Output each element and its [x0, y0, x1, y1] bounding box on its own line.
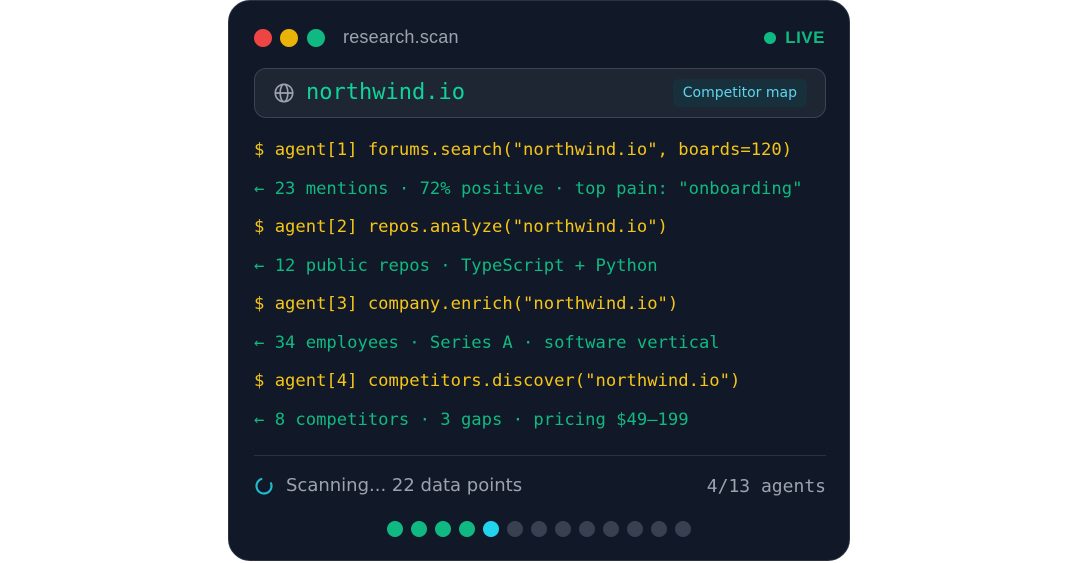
progress-dot [603, 521, 619, 537]
live-dot-icon [764, 32, 777, 44]
progress-dot [483, 521, 499, 537]
window-title: research.scan [343, 27, 459, 47]
progress-dot [651, 521, 667, 537]
divider [254, 455, 826, 456]
log-command-line: $ agent[3] company.enrich("northwind.io"… [254, 294, 679, 314]
agent-log: $ agent[1] forums.search("northwind.io",… [254, 131, 834, 439]
live-label: LIVE [785, 28, 825, 47]
progress-dot [555, 521, 571, 537]
url-text: northwind.io [306, 80, 465, 105]
scanning-status: Scanning... 22 data points [286, 475, 523, 496]
log-result-line: ← 8 competitors · 3 gaps · pricing $49–1… [254, 409, 689, 430]
minimize-window-button[interactable] [280, 29, 298, 47]
progress-dot [411, 521, 427, 537]
log-command-line: $ agent[4] competitors.discover("northwi… [254, 371, 741, 391]
log-result-line: ← 12 public repos · TypeScript + Python [254, 255, 658, 276]
progress-dot [627, 521, 643, 537]
spinner-icon [255, 477, 273, 495]
url-bar[interactable]: northwind.io Competitor map [254, 68, 826, 118]
maximize-window-button[interactable] [307, 29, 325, 47]
agent-progress-dots [229, 521, 849, 537]
log-command-line: $ agent[1] forums.search("northwind.io",… [254, 140, 793, 160]
live-indicator: LIVE [764, 28, 825, 48]
status-bar: Scanning... 22 data points 4/13 agents [254, 473, 826, 501]
title-bar: research.scan LIVE [229, 1, 849, 75]
research-window: research.scan LIVE northwind.io Competit… [228, 0, 850, 561]
progress-dot [387, 521, 403, 537]
close-window-button[interactable] [254, 29, 272, 47]
progress-dot [579, 521, 595, 537]
log-result-line: ← 23 mentions · 72% positive · top pain:… [254, 178, 803, 199]
progress-dot [435, 521, 451, 537]
log-command-line: $ agent[2] repos.analyze("northwind.io") [254, 217, 668, 237]
progress-dot [531, 521, 547, 537]
progress-dot [507, 521, 523, 537]
globe-icon [274, 83, 294, 103]
agents-count: 4/13 agents [706, 476, 826, 497]
progress-dot [459, 521, 475, 537]
progress-dot [675, 521, 691, 537]
competitor-map-tag[interactable]: Competitor map [672, 79, 807, 107]
log-result-line: ← 34 employees · Series A · software ver… [254, 332, 720, 353]
